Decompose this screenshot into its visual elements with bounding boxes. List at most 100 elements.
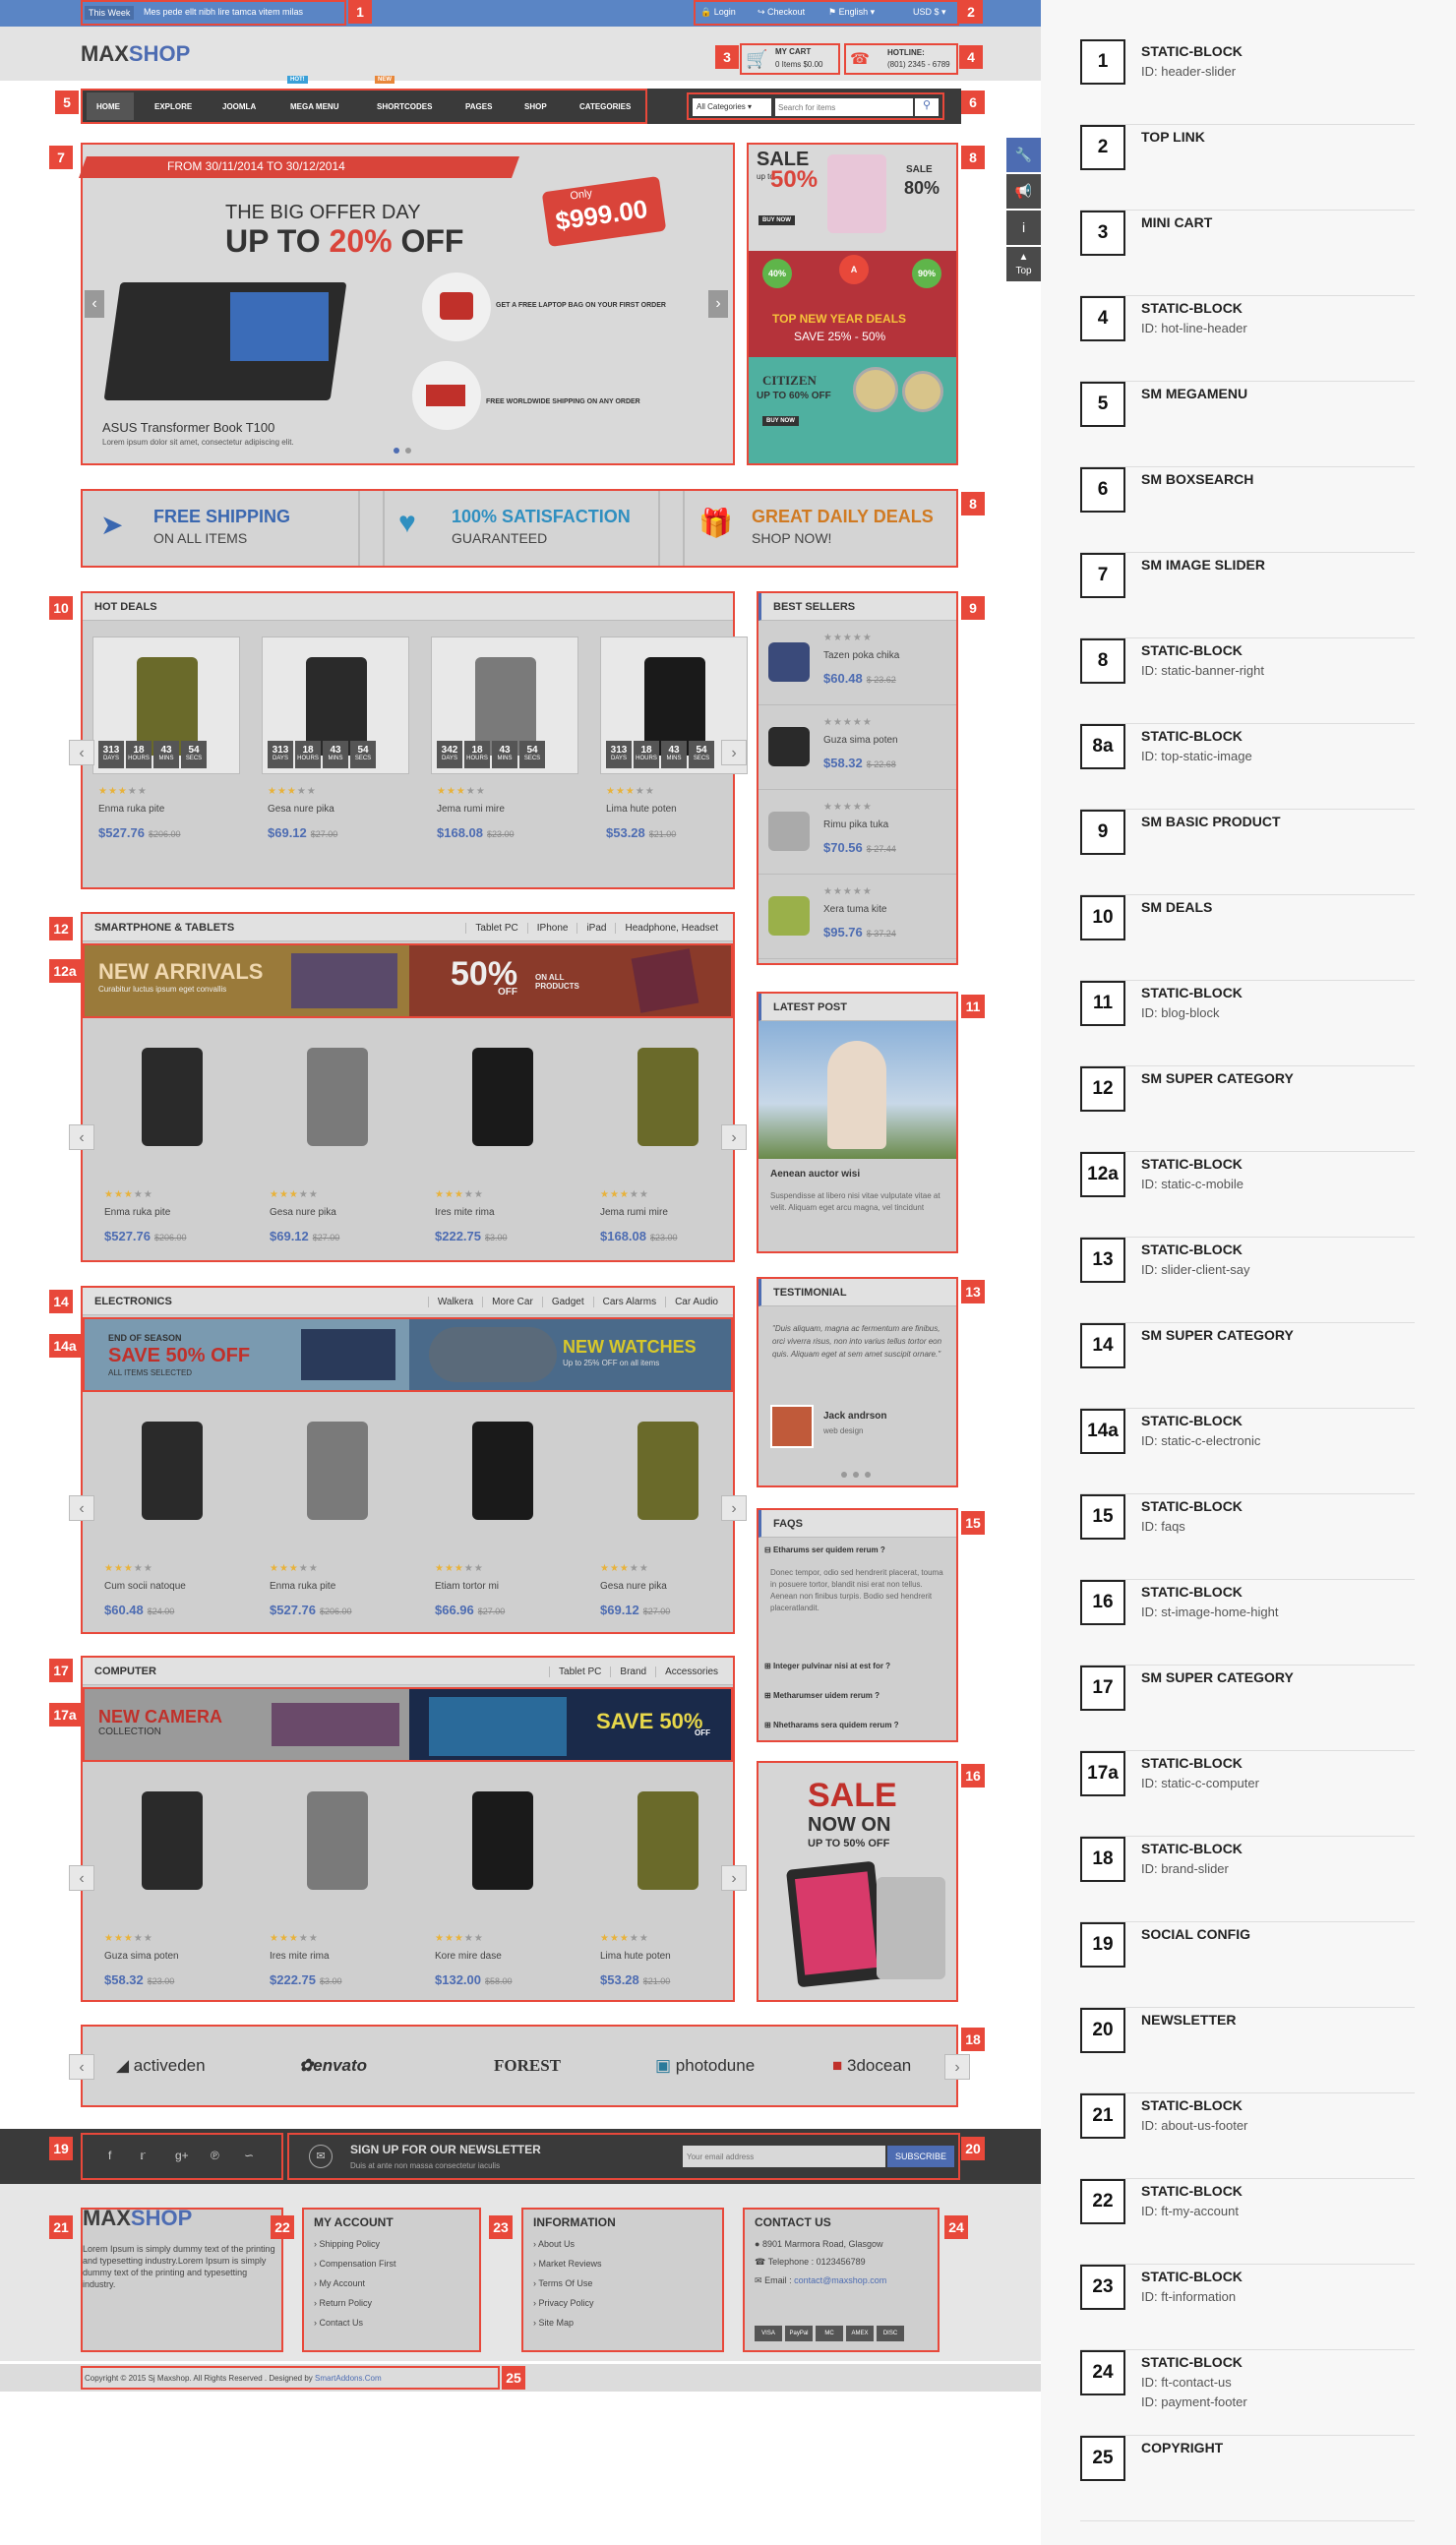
footer-link[interactable]: › My Account: [314, 2278, 469, 2288]
product-name[interactable]: Ires mite rima: [435, 1207, 495, 1218]
static-c-electronic[interactable]: END OF SEASON SAVE 50% OFF ALL ITEMS SEL…: [83, 1317, 733, 1392]
product-name[interactable]: Lima hute poten: [600, 1951, 671, 1962]
product-card[interactable]: ★★★★★ Gesa nure pika $69.12 $27.00: [264, 1028, 411, 1284]
best-seller-name[interactable]: Rimu pika tuka: [823, 819, 888, 830]
back-to-top-button[interactable]: ▲ Top: [1006, 247, 1041, 281]
product-card[interactable]: 313 DAYS 18 HOURS 43 MINS 54 SECS ★★★★★ Gesa nure…: [262, 636, 409, 892]
testimonial-dot-3[interactable]: [865, 1472, 871, 1478]
nav-item-shortcodes[interactable]: SHORTCODES: [377, 102, 432, 111]
search-icon[interactable]: ⚲: [915, 98, 939, 116]
site-logo[interactable]: MAXSHOP: [81, 41, 190, 67]
product-image[interactable]: [264, 1028, 411, 1176]
faq-item-3[interactable]: ⊞ Metharumser uidem rerum ?: [764, 1691, 880, 1700]
product-image[interactable]: [98, 1772, 246, 1919]
footer-link[interactable]: › Market Reviews: [533, 2259, 712, 2269]
product-card[interactable]: ★★★★★ Etiam tortor mi $66.96 $27.00: [429, 1402, 576, 1658]
tab-walkera[interactable]: Walkera: [427, 1297, 482, 1307]
computer-prev-button[interactable]: ‹: [69, 1865, 94, 1891]
product-card[interactable]: ★★★★★ Enma ruka pite $527.76 $206.00: [264, 1402, 411, 1658]
product-name[interactable]: Gesa nure pika: [268, 804, 334, 815]
newsletter-email-input[interactable]: [683, 2146, 885, 2167]
footer-logo[interactable]: MAXSHOP: [83, 2206, 192, 2231]
nav-item-explore[interactable]: EXPLORE: [154, 102, 192, 111]
slider-dot-active[interactable]: [394, 448, 399, 454]
mini-cart[interactable]: 🛒 MY CART 0 Items $0.00: [740, 43, 840, 75]
best-seller-item[interactable]: ★★★★★ Rimu pika tuka $70.56 $ 27.44: [758, 792, 956, 875]
product-card[interactable]: ★★★★★ Ires mite rima $222.75 $3.00: [429, 1028, 576, 1284]
product-image[interactable]: [429, 1772, 576, 1919]
product-image[interactable]: [264, 1402, 411, 1549]
currency-select[interactable]: USD $ ▾: [913, 7, 946, 18]
brand-3docean[interactable]: ■ 3docean: [832, 2056, 911, 2076]
faq-item-2[interactable]: ⊞ Integer pulvinar nisi at est for ?: [764, 1662, 890, 1670]
product-image[interactable]: [98, 1028, 246, 1176]
tab-more-car[interactable]: More Car: [482, 1297, 542, 1307]
product-card[interactable]: ★★★★★ Jema rumi mire $168.08 $23.00: [594, 1028, 742, 1284]
tab-tablet-pc-2[interactable]: Tablet PC: [549, 1666, 610, 1677]
best-seller-name[interactable]: Xera tuma kite: [823, 904, 886, 915]
product-image[interactable]: [594, 1772, 742, 1919]
product-name[interactable]: Guza sima poten: [104, 1951, 179, 1962]
testimonial-dot-2[interactable]: [853, 1472, 859, 1478]
product-card[interactable]: ★★★★★ Ires mite rima $222.75 $3.00: [264, 1772, 411, 2028]
product-name[interactable]: Ires mite rima: [270, 1951, 330, 1962]
nav-item-home[interactable]: HOME: [96, 102, 120, 111]
footer-link[interactable]: › About Us: [533, 2239, 712, 2249]
subscribe-button[interactable]: SUBSCRIBE: [887, 2146, 954, 2167]
product-name[interactable]: Kore mire dase: [435, 1951, 502, 1962]
buy-now-button-1[interactable]: BUY NOW: [758, 215, 795, 225]
product-name[interactable]: Cum socii natoque: [104, 1581, 186, 1592]
footer-link[interactable]: › Contact Us: [314, 2318, 469, 2328]
product-image[interactable]: [429, 1028, 576, 1176]
nav-item-categories[interactable]: CATEGORIES: [579, 102, 631, 111]
twitter-icon[interactable]: 𝕣: [140, 2149, 146, 2162]
slider-prev-button[interactable]: ‹: [85, 290, 104, 318]
best-seller-item[interactable]: ★★★★★ Xera tuma kite $95.76 $ 37.24: [758, 877, 956, 959]
footer-link[interactable]: › Return Policy: [314, 2298, 469, 2308]
tab-headphone[interactable]: Headphone, Headset: [615, 923, 727, 934]
footer-link[interactable]: › Compensation First: [314, 2259, 469, 2269]
megaphone-icon[interactable]: 📢: [1006, 174, 1041, 209]
product-card[interactable]: ★★★★★ Cum socii natoque $60.48 $24.00: [98, 1402, 246, 1658]
brand-activeden[interactable]: ◢ activeden: [116, 2056, 206, 2076]
brand-forest[interactable]: FOREST: [494, 2056, 561, 2076]
best-seller-name[interactable]: Guza sima poten: [823, 735, 898, 746]
footer-link[interactable]: › Site Map: [533, 2318, 712, 2328]
electronics-next-button[interactable]: ›: [721, 1495, 747, 1521]
static-c-computer[interactable]: NEW CAMERA COLLECTION SAVE 50% OFF: [83, 1687, 733, 1762]
language-select[interactable]: ⚑ English ▾: [828, 7, 875, 18]
product-card[interactable]: ★★★★★ Lima hute poten $53.28 $21.00: [594, 1772, 742, 2028]
tab-car-audio[interactable]: Car Audio: [665, 1297, 727, 1307]
post-title[interactable]: Aenean auctor wisi: [770, 1169, 860, 1180]
product-card[interactable]: 313 DAYS 18 HOURS 43 MINS 54 SECS ★★★★★ Enma ruka…: [92, 636, 240, 892]
nav-item-joomla[interactable]: JOOMLA: [222, 102, 256, 111]
citizen-banner[interactable]: CITIZEN UP TO 60% OFF BUY NOW: [749, 357, 956, 463]
sale-banner[interactable]: SALE up to 50% SALE 80% BUY NOW: [749, 145, 956, 251]
pinterest-icon[interactable]: ℗: [211, 2149, 219, 2162]
nav-item-pages[interactable]: PAGES: [465, 102, 492, 111]
contact-email-link[interactable]: contact@maxshop.com: [794, 2275, 886, 2285]
product-name[interactable]: Jema rumi mire: [437, 804, 505, 815]
brand-photodune[interactable]: ▣ photodune: [655, 2056, 755, 2076]
computer-next-button[interactable]: ›: [721, 1865, 747, 1891]
wrench-icon[interactable]: 🔧: [1006, 138, 1041, 172]
tab-gadget[interactable]: Gadget: [541, 1297, 593, 1307]
product-name[interactable]: Jema rumi mire: [600, 1207, 668, 1218]
brand-next-button[interactable]: ›: [944, 2054, 970, 2080]
login-link[interactable]: 🔒 Login: [700, 7, 736, 18]
buy-now-button-2[interactable]: BUY NOW: [762, 416, 799, 426]
product-image[interactable]: [264, 1772, 411, 1919]
product-name[interactable]: Gesa nure pika: [600, 1581, 667, 1592]
electronics-prev-button[interactable]: ‹: [69, 1495, 94, 1521]
tab-accessories[interactable]: Accessories: [655, 1666, 727, 1677]
product-card[interactable]: ★★★★★ Guza sima poten $58.32 $23.00: [98, 1772, 246, 2028]
product-name[interactable]: Etiam tortor mi: [435, 1581, 499, 1592]
smartphone-prev-button[interactable]: ‹: [69, 1124, 94, 1150]
product-card[interactable]: ★★★★★ Kore mire dase $132.00 $58.00: [429, 1772, 576, 2028]
tab-cars-alarms[interactable]: Cars Alarms: [592, 1297, 665, 1307]
nav-item-shop[interactable]: SHOP: [524, 102, 547, 111]
googleplus-icon[interactable]: g+: [175, 2149, 189, 2162]
best-seller-item[interactable]: ★★★★★ Tazen poka chika $60.48 $ 23.62: [758, 623, 956, 705]
product-name[interactable]: Enma ruka pite: [270, 1581, 335, 1592]
brand-prev-button[interactable]: ‹: [69, 2054, 94, 2080]
